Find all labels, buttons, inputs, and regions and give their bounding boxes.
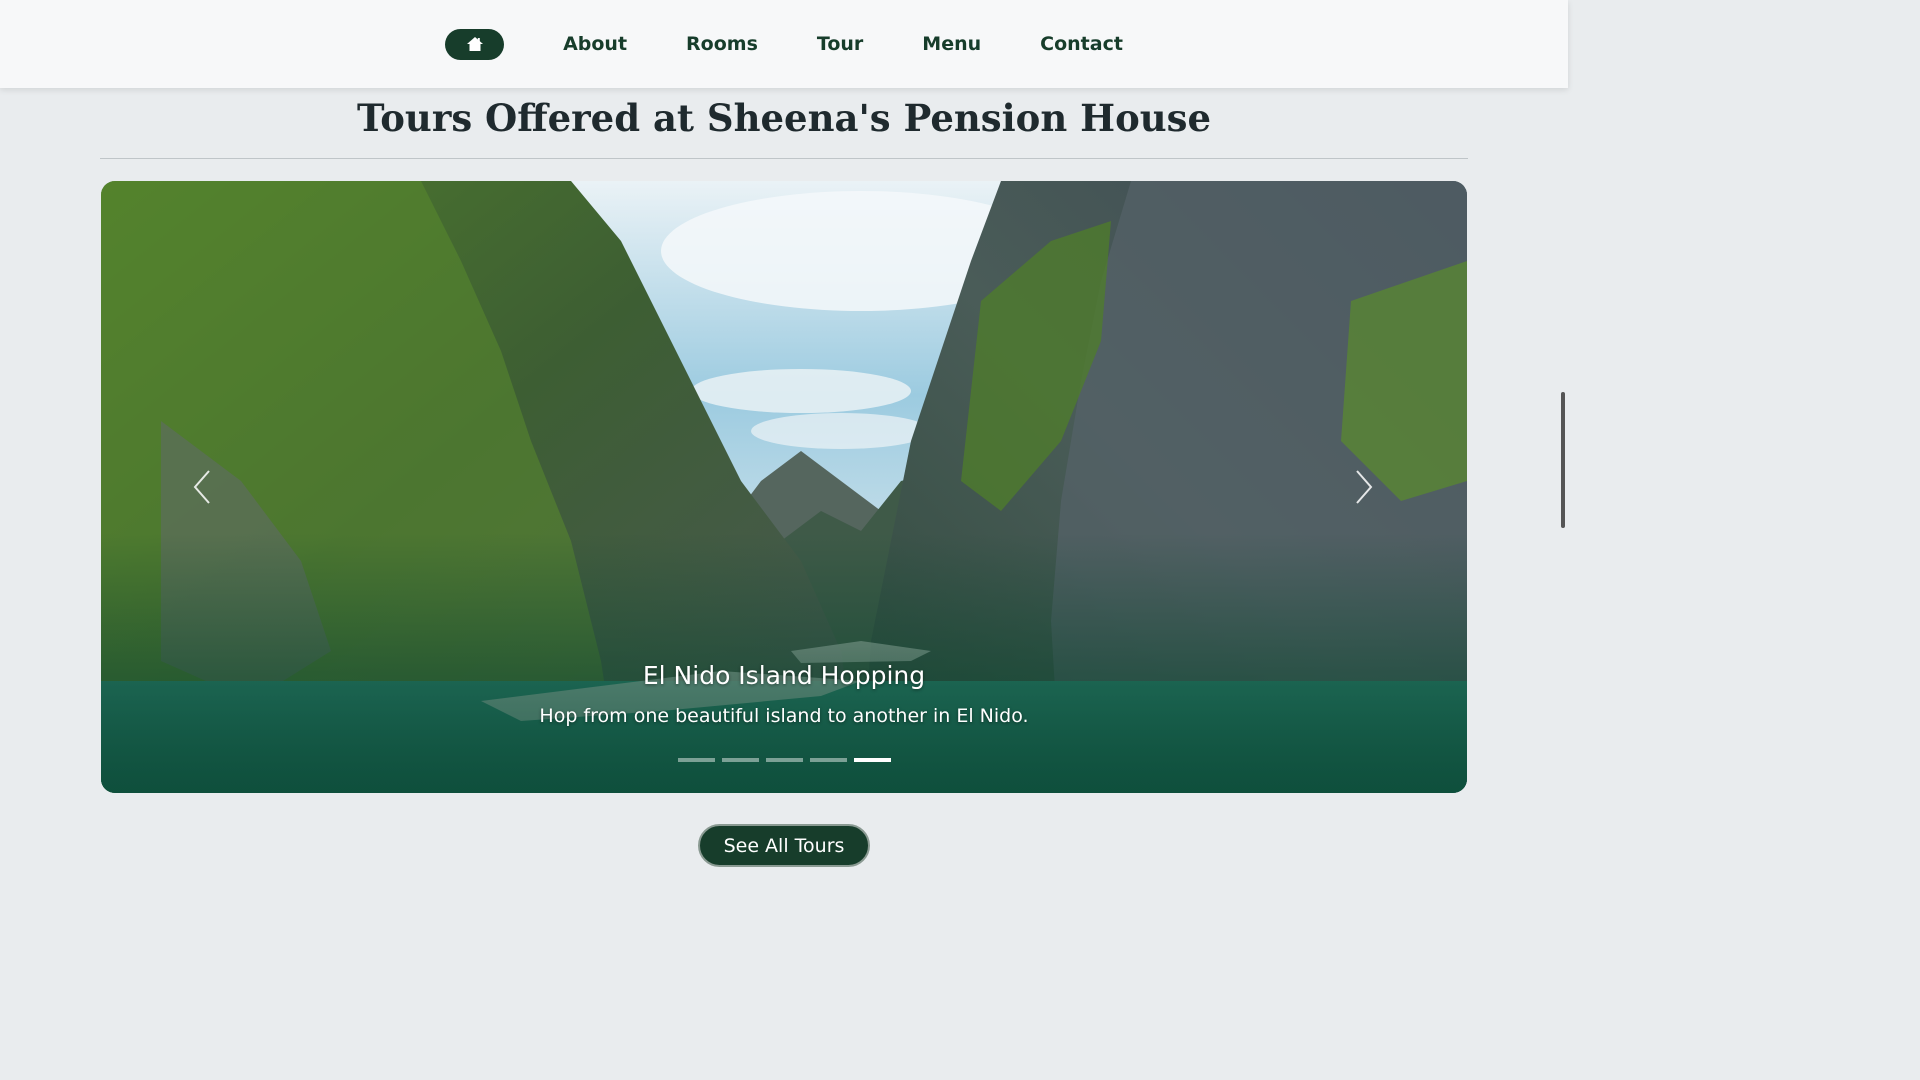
carousel-indicator-1[interactable] — [677, 758, 715, 762]
carousel-indicator-5[interactable] — [853, 758, 891, 762]
home-icon — [466, 37, 483, 51]
nav-link-contact[interactable]: Contact — [1040, 33, 1123, 55]
slide-caption-text: Hop from one beautiful island to another… — [539, 705, 1029, 727]
nav-list: About Rooms Tour Menu Contact — [445, 28, 1123, 60]
section-divider — [100, 158, 1468, 159]
chevron-left-icon — [193, 470, 210, 504]
carousel-indicators — [101, 758, 1467, 762]
nav-link-tour[interactable]: Tour — [817, 33, 863, 55]
home-button[interactable] — [445, 28, 505, 60]
carousel-next-button[interactable] — [1347, 467, 1377, 507]
carousel-prev-button[interactable] — [189, 467, 219, 507]
navbar: About Rooms Tour Menu Contact — [0, 0, 1568, 88]
see-all-tours-button[interactable]: See All Tours — [698, 824, 870, 867]
nav-link-menu[interactable]: Menu — [922, 33, 981, 55]
nav-link-about[interactable]: About — [563, 33, 627, 55]
section-title: Tours Offered at Sheena's Pension House — [356, 96, 1212, 140]
chevron-right-icon — [1356, 470, 1373, 504]
carousel-indicator-4[interactable] — [809, 758, 847, 762]
carousel-indicator-2[interactable] — [721, 758, 759, 762]
carousel-indicator-3[interactable] — [765, 758, 803, 762]
scrollbar-thumb[interactable] — [1561, 392, 1565, 528]
tour-carousel: El Nido Island Hopping Hop from one beau… — [101, 181, 1467, 793]
nav-link-rooms[interactable]: Rooms — [686, 33, 758, 55]
slide-caption-title: El Nido Island Hopping — [642, 661, 926, 690]
